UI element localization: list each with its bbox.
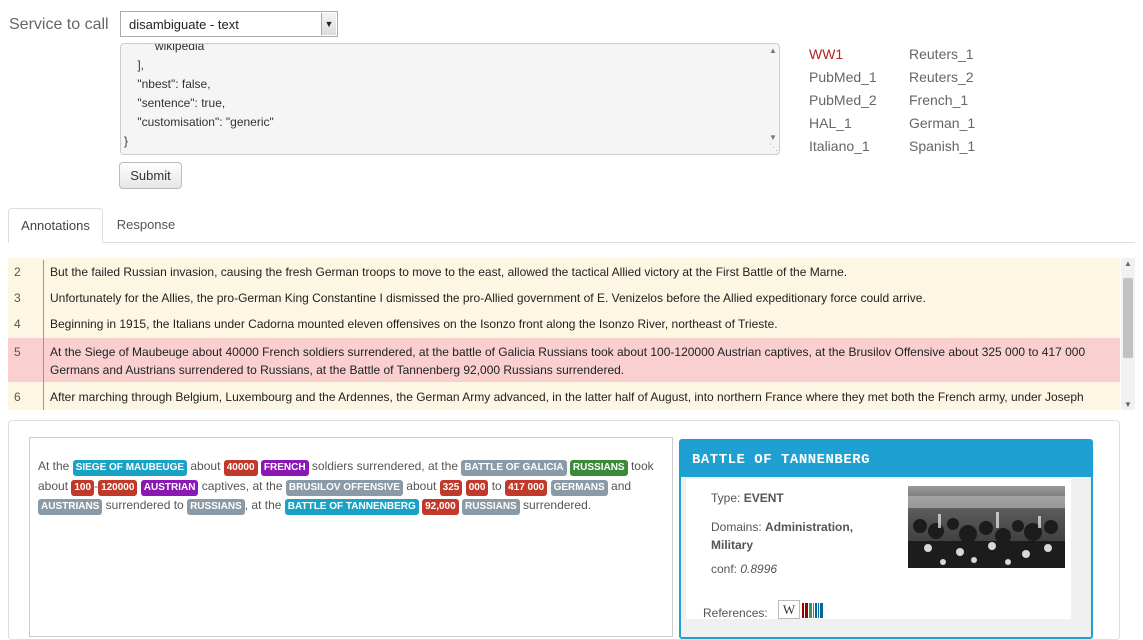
annotated-text-segment: , at the — [244, 498, 285, 512]
entity-badge[interactable]: 92,000 — [422, 499, 459, 515]
annotated-text-segment: At the — [38, 459, 73, 473]
entity-title: BATTLE OF TANNENBERG — [681, 441, 1091, 477]
annotated-text-segment: about — [402, 478, 440, 493]
sentence-number: 4 — [8, 312, 44, 338]
entity-badge[interactable]: 417 000 — [505, 479, 548, 496]
example-german-1[interactable]: German_1 — [909, 115, 975, 131]
scrollbar-thumb[interactable] — [1123, 278, 1133, 358]
sentence-row[interactable]: 2 But the failed Russian invasion, causi… — [8, 260, 1120, 286]
sentence-text: Beginning in 1915, the Italians under Ca… — [50, 317, 778, 331]
entity-badge[interactable]: SIEGE OF MAUBEUGE — [72, 460, 188, 476]
entity-badge[interactable]: AUSTRIAN — [140, 479, 199, 496]
scroll-down-icon[interactable]: ▼ — [1124, 400, 1132, 409]
entity-info-card: Type: EVENT Domains: Administration, Mil… — [686, 479, 1071, 619]
sentence-row[interactable]: 3 Unfortunately for the Allies, the pro-… — [8, 286, 1120, 312]
annotated-text-segment: captives, at the — [198, 478, 286, 493]
annotated-text-segment: about — [187, 459, 224, 473]
tab-annotations[interactable]: Annotations — [8, 208, 103, 243]
query-line: "customisation": "generic" — [124, 115, 274, 129]
example-french-1[interactable]: French_1 — [909, 92, 968, 108]
example-pubmed-2[interactable]: PubMed_2 — [809, 92, 877, 108]
query-text: "wikipedia" ], "nbest": false, "sentence… — [124, 43, 779, 151]
entity-badge[interactable]: RUSSIANS — [569, 460, 628, 476]
example-hal-1[interactable]: HAL_1 — [809, 115, 852, 131]
annotated-text-segment: surrendered to — [102, 498, 188, 512]
sentence-row[interactable]: 4 Beginning in 1915, the Italians under … — [8, 312, 1120, 338]
entity-type: Type: EVENT — [711, 491, 784, 505]
scroll-up-icon[interactable]: ▲ — [769, 46, 777, 55]
entity-badge[interactable]: 325 — [439, 479, 463, 496]
wikidata-icon[interactable] — [802, 603, 824, 618]
sentence-row[interactable]: 6 After marching through Belgium, Luxemb… — [8, 382, 1120, 410]
entity-photo — [908, 486, 1065, 568]
query-line: ], — [124, 58, 145, 72]
entity-badge[interactable]: AUSTRIANS — [38, 499, 103, 515]
service-select[interactable]: disambiguate - text ▼ — [120, 11, 338, 37]
sentence-row-selected[interactable]: 5 At the Siege of Maubeuge about 40000 F… — [8, 338, 1120, 382]
annotated-text: At the SIEGE OF MAUBEUGE about 40000 FRE… — [38, 457, 658, 516]
sentence-number: 6 — [8, 382, 44, 410]
query-line: "nbest": false, — [124, 77, 211, 91]
example-reuters-1[interactable]: Reuters_1 — [909, 46, 974, 62]
entity-badge[interactable]: 100 — [71, 479, 95, 496]
sentence-text: At the Siege of Maubeuge about 40000 Fre… — [50, 345, 1086, 377]
wikipedia-icon[interactable]: W — [778, 600, 800, 619]
annotated-text-segment: soldiers surrendered, at the — [308, 459, 462, 473]
entity-badge[interactable]: GERMANS — [550, 479, 608, 496]
entity-domains-label: Domains: — [711, 520, 762, 534]
sentence-number: 2 — [8, 260, 44, 286]
entity-badge[interactable]: BRUSILOV OFFENSIVE — [285, 479, 403, 496]
references-label: References: — [703, 606, 768, 620]
entity-conf-label: conf: — [711, 562, 738, 576]
entity-info-panel: BATTLE OF TANNENBERG Type: EVENT Domains… — [679, 439, 1093, 639]
query-line: } — [124, 134, 129, 148]
annotated-text-segment: and — [607, 478, 632, 493]
entity-conf-value: 0.8996 — [740, 562, 778, 576]
entity-type-value: EVENT — [743, 491, 784, 505]
entity-badge[interactable]: RUSSIANS — [462, 499, 520, 515]
example-reuters-2[interactable]: Reuters_2 — [909, 69, 974, 85]
entity-badge[interactable]: FRENCH — [260, 460, 309, 476]
query-textarea[interactable]: "wikipedia" ], "nbest": false, "sentence… — [120, 43, 780, 155]
entity-conf: conf: 0.8996 — [711, 562, 777, 576]
entity-domains-value: Administration, — [765, 520, 854, 534]
annotated-text-segment: to — [488, 478, 506, 493]
entity-badge[interactable]: 000 — [465, 479, 489, 496]
query-line: "wikipedia" — [124, 43, 209, 53]
entity-badge[interactable]: RUSSIANS — [187, 499, 245, 515]
sentence-text: After marching through Belgium, Luxembou… — [50, 390, 1084, 410]
scroll-down-icon[interactable]: ▼ — [769, 133, 777, 142]
sentence-text: But the failed Russian invasion, causing… — [50, 265, 848, 279]
entity-domains: Domains: Administration, Military — [711, 518, 853, 554]
scroll-up-icon[interactable]: ▲ — [1124, 259, 1132, 268]
example-ww1[interactable]: WW1 — [809, 46, 843, 62]
service-select-value: disambiguate - text — [129, 17, 239, 32]
example-spanish-1[interactable]: Spanish_1 — [909, 138, 975, 154]
resize-grip-icon[interactable]: ⋱ — [769, 142, 778, 153]
sentence-number: 3 — [8, 286, 44, 312]
annotated-text-box: At the SIEGE OF MAUBEUGE about 40000 FRE… — [29, 437, 673, 637]
entity-domains-value-2: Military — [711, 538, 754, 552]
example-italiano-1[interactable]: Italiano_1 — [809, 138, 870, 154]
example-pubmed-1[interactable]: PubMed_1 — [809, 69, 877, 85]
service-label: Service to call — [9, 16, 109, 33]
sentence-scrollbar[interactable]: ▲ ▼ — [1121, 258, 1135, 410]
annotated-text-segment: surrendered. — [519, 498, 592, 512]
sentence-number: 5 — [8, 338, 44, 382]
query-scrollbar[interactable]: ▲ ▼ ⋱ — [767, 44, 779, 154]
query-line: "sentence": true, — [124, 96, 226, 110]
tab-bar: Annotations Response — [8, 208, 1135, 243]
entity-badge[interactable]: 120000 — [98, 479, 138, 496]
entity-badge[interactable]: 40000 — [223, 460, 258, 476]
sentence-text: Unfortunately for the Allies, the pro-Ge… — [50, 291, 926, 305]
chevron-down-icon[interactable]: ▼ — [321, 13, 336, 35]
submit-button[interactable]: Submit — [119, 162, 182, 189]
entity-badge[interactable]: BATTLE OF TANNENBERG — [284, 499, 419, 515]
sentence-list[interactable]: 2 But the failed Russian invasion, causi… — [8, 258, 1120, 410]
tab-response[interactable]: Response — [105, 208, 187, 242]
entity-badge[interactable]: BATTLE OF GALICIA — [461, 460, 567, 476]
entity-type-label: Type: — [711, 491, 741, 505]
